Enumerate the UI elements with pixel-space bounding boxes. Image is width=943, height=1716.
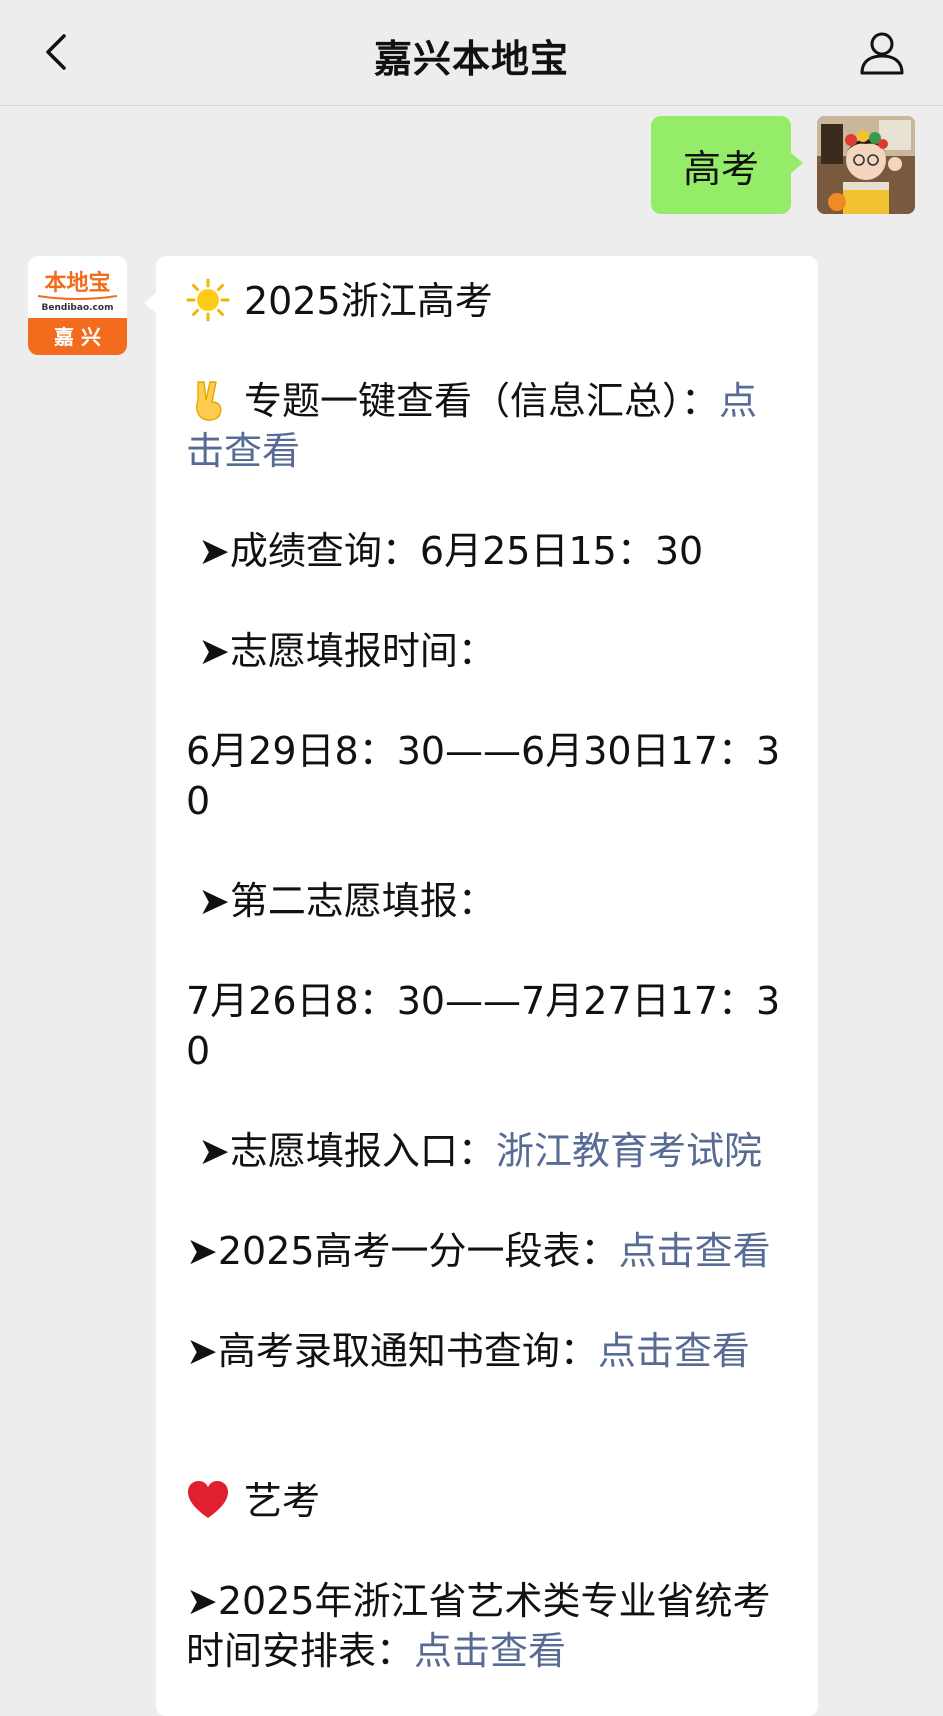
admission-letter-link[interactable]: 点击查看 [598, 1329, 750, 1373]
bendibao-avatar[interactable]: 本地宝 Bendibao.com 嘉 兴 [28, 256, 127, 355]
second-application-value: 7月26日8：30——7月27日17：30 [186, 979, 781, 1073]
outgoing-text: 高考 [682, 146, 759, 191]
message-line: 2025浙江高考 [186, 276, 788, 326]
application-time-value: 6月29日8：30——6月30日17：30 [186, 729, 781, 823]
logo-city-text: 嘉 兴 [53, 325, 101, 349]
bendibao-logo: 本地宝 Bendibao.com 嘉 兴 [28, 256, 127, 355]
application-entry-label: ➤志愿填报入口： [186, 1129, 496, 1173]
outgoing-bubble[interactable]: 高考 [650, 116, 804, 214]
red-heart-emoji-icon [188, 1481, 228, 1518]
message-line: ➤志愿填报入口：浙江教育考试院 [186, 1126, 788, 1176]
score-query-line: ➤成绩查询：6月25日15：30 [186, 529, 704, 573]
message-line: 专题一键查看（信息汇总）：点击查看 [186, 376, 788, 476]
topic-label: 专题一键查看（信息汇总）： [244, 379, 720, 423]
user-avatar[interactable] [817, 116, 915, 214]
message-line: 艺考 [186, 1476, 788, 1526]
score-table-link[interactable]: 点击查看 [619, 1229, 771, 1273]
message-line: ➤2025高考一分一段表：点击查看 [186, 1226, 788, 1276]
logo-site-text: Bendibao.com [42, 303, 114, 313]
victory-hand-emoji-icon [196, 381, 222, 421]
message-line: ➤2025年浙江省艺术类专业省统考时间安排表：点击查看 [186, 1576, 788, 1676]
message-line: ➤高考录取通知书查询：点击查看 [186, 1326, 788, 1376]
user-avatar-image [817, 116, 915, 214]
incoming-message-bubble[interactable]: 2025浙江高考 专题一键查看（信息汇总）：点击查看 ➤成绩查询：6月25日15… [144, 256, 818, 1716]
message-title: 2025浙江高考 [244, 279, 493, 323]
application-time-label: ➤志愿填报时间： [186, 629, 496, 673]
admission-letter-label: ➤高考录取通知书查询： [186, 1329, 598, 1373]
second-application-label: ➤第二志愿填报： [186, 879, 496, 923]
exam-authority-link[interactable]: 浙江教育考试院 [496, 1129, 762, 1173]
score-table-label: ➤2025高考一分一段表： [186, 1229, 619, 1273]
navigation-bar: 嘉兴本地宝 [0, 0, 943, 106]
sun-emoji-icon [186, 278, 230, 322]
art-exam-heading: 艺考 [244, 1479, 321, 1523]
outgoing-message: 高考 [650, 116, 915, 216]
page-title: 嘉兴本地宝 [373, 37, 569, 81]
art-exam-schedule-link[interactable]: 点击查看 [414, 1629, 566, 1673]
person-icon[interactable] [857, 28, 907, 78]
logo-text: 本地宝 [44, 270, 110, 296]
